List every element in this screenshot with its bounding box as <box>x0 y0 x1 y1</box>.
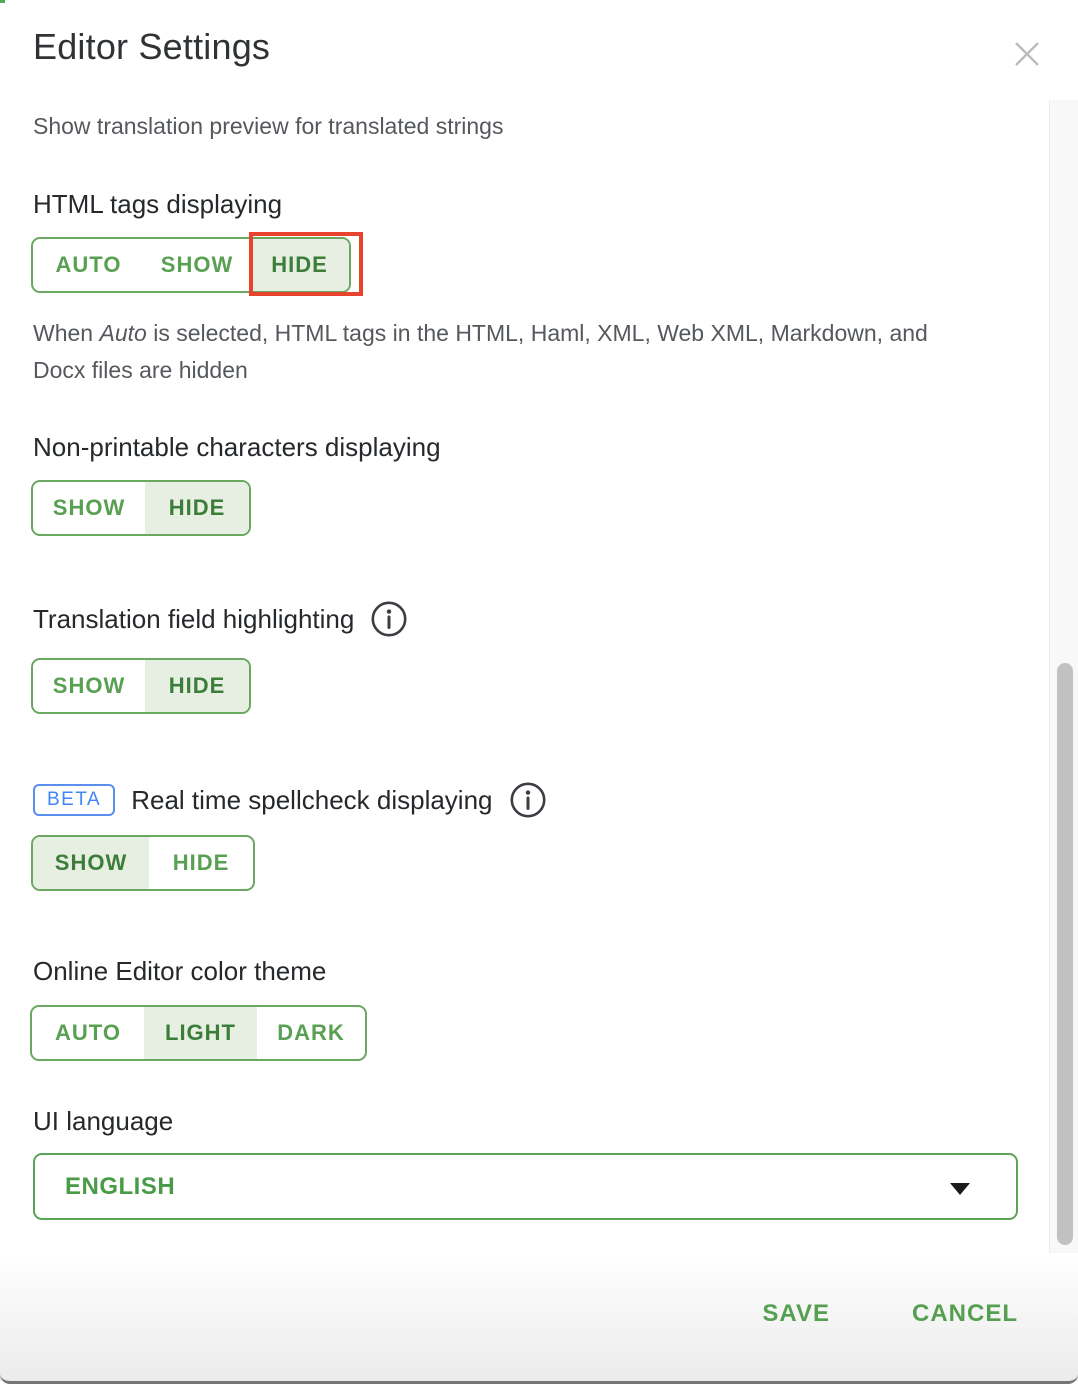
spellcheck-option-hide[interactable]: HIDE <box>149 837 253 889</box>
field-highlighting-option-hide[interactable]: HIDE <box>145 660 249 712</box>
caret-down-icon <box>950 1183 970 1195</box>
spellcheck-option-show[interactable]: SHOW <box>33 837 149 889</box>
color-theme-option-auto[interactable]: AUTO <box>32 1007 144 1059</box>
spellcheck-label: Real time spellcheck displaying <box>131 785 492 816</box>
scrollbar-thumb[interactable] <box>1057 663 1073 1245</box>
info-circle-icon[interactable] <box>370 600 408 638</box>
scrollbar-track[interactable] <box>1049 100 1078 1253</box>
field-highlighting-option-show[interactable]: SHOW <box>33 660 145 712</box>
editor-settings-dialog: Editor Settings Show translation preview… <box>0 0 1078 1384</box>
ui-language-select[interactable]: ENGLISH <box>33 1153 1018 1220</box>
color-theme-option-dark[interactable]: DARK <box>257 1007 365 1059</box>
html-tags-option-show[interactable]: SHOW <box>144 239 250 291</box>
non-printable-option-show[interactable]: SHOW <box>33 482 145 534</box>
html-tags-description: When Auto is selected, HTML tags in the … <box>33 315 978 389</box>
color-theme-toggle-group: AUTO LIGHT DARK <box>30 1005 367 1061</box>
non-printable-option-hide[interactable]: HIDE <box>145 482 249 534</box>
non-printable-toggle-group: SHOW HIDE <box>31 480 251 536</box>
beta-badge: BETA <box>33 784 115 816</box>
info-circle-icon[interactable] <box>509 781 547 819</box>
spellcheck-toggle-group: SHOW HIDE <box>31 835 255 891</box>
field-highlighting-label: Translation field highlighting <box>33 604 354 635</box>
footer-buttons: SAVE CANCEL <box>762 1300 1018 1328</box>
ui-language-value: ENGLISH <box>35 1173 175 1201</box>
html-tags-label: HTML tags displaying <box>33 189 282 220</box>
translation-preview-label: Show translation preview for translated … <box>33 112 503 141</box>
screenshot-corner-artifact <box>0 0 5 3</box>
html-tags-option-hide[interactable]: HIDE <box>250 239 349 291</box>
color-theme-option-light[interactable]: LIGHT <box>144 1007 257 1059</box>
cancel-button[interactable]: CANCEL <box>912 1300 1018 1328</box>
field-highlighting-row: Translation field highlighting <box>33 600 408 638</box>
save-button[interactable]: SAVE <box>762 1300 830 1328</box>
non-printable-label: Non-printable characters displaying <box>33 432 441 463</box>
html-tags-option-auto[interactable]: AUTO <box>33 239 144 291</box>
ui-language-label: UI language <box>33 1106 173 1137</box>
html-tags-toggle-group: AUTO SHOW HIDE <box>31 237 351 293</box>
close-icon[interactable] <box>1006 33 1048 75</box>
spellcheck-row: BETA Real time spellcheck displaying <box>33 781 547 819</box>
dialog-title: Editor Settings <box>33 26 270 68</box>
color-theme-label: Online Editor color theme <box>33 956 326 987</box>
field-highlighting-toggle-group: SHOW HIDE <box>31 658 251 714</box>
